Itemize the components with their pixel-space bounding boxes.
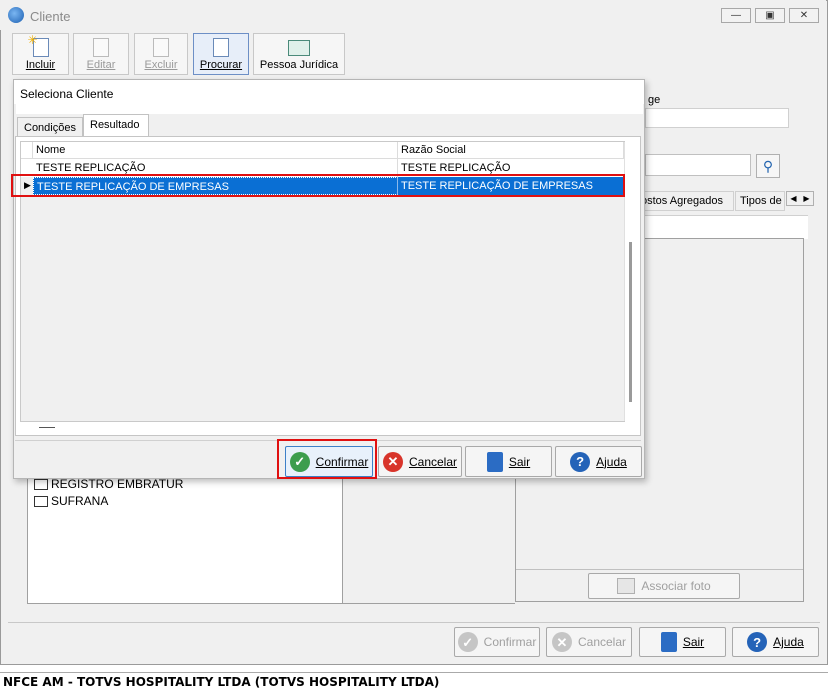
middle-panel <box>343 474 515 604</box>
tab-condicoes[interactable]: Condições <box>17 117 83 137</box>
associar-foto-label: Associar foto <box>641 579 711 593</box>
exit-door-icon <box>660 632 677 652</box>
column-header-nome[interactable]: Nome <box>33 142 398 159</box>
tab-impostos-agregados[interactable]: ostos Agregados <box>638 191 734 211</box>
footer-cancelar-label: Cancelar <box>577 635 627 649</box>
footer-sair-label: Sair <box>682 635 705 649</box>
list-item[interactable]: REGISTRO EMBRATUR <box>34 477 183 491</box>
dialog-ajuda-label: Ajuda <box>596 454 627 469</box>
dialog-sair-label: Sair <box>508 454 531 469</box>
background-search-field[interactable] <box>645 154 751 176</box>
highlight-box-row <box>11 174 625 197</box>
close-button[interactable]: ✕ <box>789 8 819 23</box>
photo-icon <box>617 578 636 594</box>
procurar-label: Procurar <box>199 59 243 71</box>
title-bar: Cliente — ▣ ✕ <box>0 0 826 30</box>
footer-confirmar-label: Confirmar <box>483 635 537 649</box>
app-globe-icon <box>8 7 24 23</box>
new-document-icon: ✳ <box>28 33 49 57</box>
column-header-razao-social[interactable]: Razão Social <box>398 142 624 159</box>
highlight-box-confirmar <box>277 439 377 479</box>
associar-foto-button[interactable]: Associar foto <box>588 573 740 599</box>
cancel-icon: ✕ <box>551 632 572 652</box>
incluir-label: Incluir <box>25 59 56 71</box>
photo-divider <box>516 569 803 570</box>
dialog-sair-button[interactable]: Sair <box>465 446 552 477</box>
cancel-icon: ✕ <box>382 451 403 472</box>
editar-label: Editar <box>86 59 116 71</box>
scrollbar-thumb[interactable] <box>629 242 632 402</box>
footer-ajuda-button[interactable]: ? Ajuda <box>732 627 819 657</box>
edit-icon <box>93 38 109 57</box>
exit-door-icon <box>486 451 503 472</box>
delete-icon <box>153 38 169 57</box>
list-item[interactable]: SUFRANA <box>34 494 108 508</box>
search-document-icon <box>213 38 229 57</box>
excluir-button[interactable]: Excluir <box>134 33 188 75</box>
tab-scroll-arrows[interactable]: ◀ ▶ <box>786 191 814 206</box>
help-icon: ? <box>747 632 768 652</box>
card-icon <box>34 478 48 490</box>
list-item-label: REGISTRO EMBRATUR <box>51 477 184 491</box>
list-item-label: SUFRANA <box>51 494 109 508</box>
footer-confirmar-button[interactable]: ✓ Confirmar <box>454 627 540 657</box>
editar-button[interactable]: Editar <box>73 33 129 75</box>
footer-ajuda-label: Ajuda <box>773 635 804 649</box>
dialog-ajuda-button[interactable]: ? Ajuda <box>555 446 642 477</box>
help-icon: ? <box>570 451 591 472</box>
minimize-button[interactable]: — <box>721 8 751 23</box>
grid-footer-mark <box>39 427 55 428</box>
field-label-partial: ge <box>648 94 661 106</box>
tab-right-arrow-icon[interactable]: ▶ <box>803 194 809 203</box>
status-bar: NFCE AM - TOTVS HOSPITALITY LTDA (TOTVS … <box>0 672 828 691</box>
background-panel-header <box>645 215 808 239</box>
card-icon <box>34 495 48 507</box>
check-icon: ✓ <box>457 632 478 652</box>
indicator-header <box>21 142 33 159</box>
pessoa-juridica-button[interactable]: Pessoa Jurídica <box>253 33 345 75</box>
excluir-label: Excluir <box>144 59 178 71</box>
footer-divider <box>8 622 820 623</box>
tab-resultado[interactable]: Resultado <box>83 114 149 138</box>
footer-sair-button[interactable]: Sair <box>639 627 726 657</box>
search-icon[interactable]: ⚲ <box>756 154 780 178</box>
tab-tipos[interactable]: Tipos de <box>735 191 785 211</box>
pessoa-juridica-label: Pessoa Jurídica <box>259 59 339 71</box>
incluir-button[interactable]: ✳ Incluir <box>12 33 69 75</box>
dialog-cancelar-label: Cancelar <box>408 454 458 469</box>
id-card-icon <box>288 40 310 56</box>
dialog-title: Seleciona Cliente <box>20 87 114 101</box>
dialog-cancelar-button[interactable]: ✕ Cancelar <box>378 446 462 477</box>
footer-cancelar-button[interactable]: ✕ Cancelar <box>546 627 632 657</box>
maximize-button[interactable]: ▣ <box>755 8 785 23</box>
window-title: Cliente <box>30 9 71 24</box>
tab-left-arrow-icon[interactable]: ◀ <box>790 194 796 203</box>
dialog-top-spacer <box>16 104 643 114</box>
background-text-field[interactable] <box>645 108 789 128</box>
procurar-button[interactable]: Procurar <box>193 33 249 75</box>
